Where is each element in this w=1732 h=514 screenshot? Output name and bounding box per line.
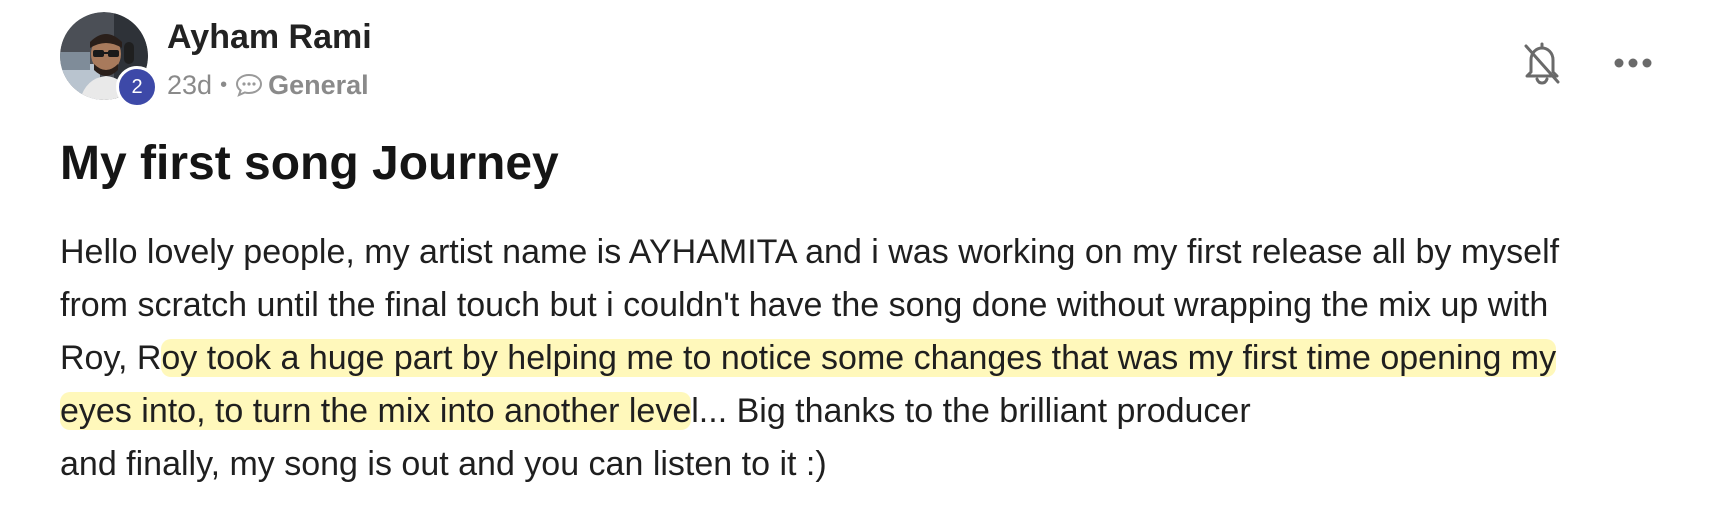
post-body: Hello lovely people, my artist name is A…	[60, 226, 1720, 491]
post-meta: 23d • General	[167, 68, 369, 102]
body-line: from scratch until the final touch but i…	[60, 286, 1549, 324]
level-badge: 2	[116, 66, 158, 108]
body-text: l... Big thanks to the brilliant produce…	[691, 392, 1251, 430]
bell-off-icon	[1524, 42, 1560, 85]
highlighted-text: eyes into, to turn the mix into another …	[60, 392, 692, 430]
body-text: Roy, R	[60, 339, 162, 377]
body-line: and finally, my song is out and you can …	[60, 445, 827, 483]
chat-bubble-icon	[236, 73, 263, 97]
body-line: Hello lovely people, my artist name is A…	[60, 233, 1560, 271]
post-title: My first song Journey	[60, 137, 559, 190]
meta-separator: •	[220, 73, 228, 96]
notifications-toggle-button[interactable]	[1515, 36, 1569, 90]
more-horizontal-icon	[1614, 58, 1652, 68]
post-age: 23d	[167, 69, 213, 100]
author-name[interactable]: Ayham Rami	[167, 18, 372, 57]
more-options-button[interactable]	[1603, 36, 1663, 90]
body-line: Roy, Roy took a huge part by helping me …	[60, 332, 1720, 385]
body-line: eyes into, to turn the mix into another …	[60, 385, 1720, 438]
post-category[interactable]: General	[268, 70, 369, 101]
highlighted-text: oy took a huge part by helping me to not…	[161, 339, 1557, 377]
author-avatar[interactable]: 2	[60, 12, 158, 108]
post-header: 2 Ayham Rami 23d • General	[60, 12, 660, 112]
